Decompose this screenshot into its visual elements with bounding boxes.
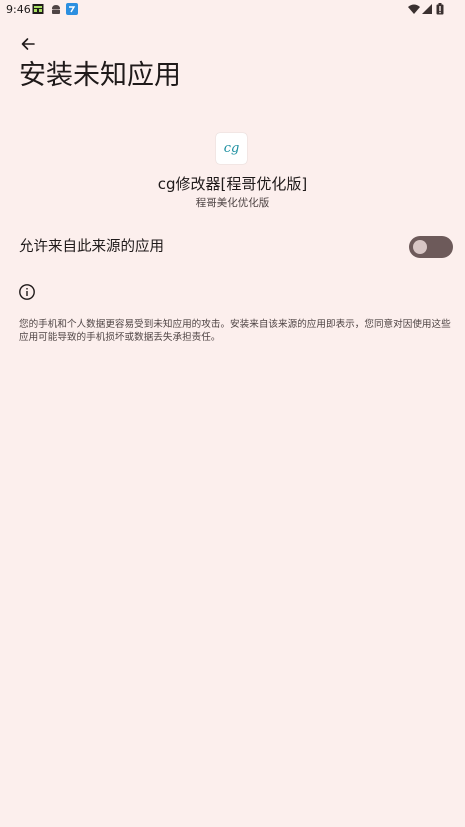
allow-from-source-row[interactable]: 允许来自此来源的应用 [0,230,465,264]
android-icon [50,3,62,15]
app-icon-text: cg [223,141,240,156]
page-title: 安装未知应用 [19,60,181,91]
install-unknown-apps-screen: 9:46 安装未知应用 cg cg修改器[程哥优化版] 程哥美化优化版 允许来自… [0,0,465,827]
allow-from-source-toggle[interactable] [409,236,453,258]
back-arrow-icon [21,38,35,50]
app-icon: cg [216,133,247,164]
warning-text: 您的手机和个人数据更容易受到未知应用的攻击。安装来自该来源的应用即表示，您同意对… [19,319,451,343]
signal-icon [421,3,433,15]
toggle-thumb [413,240,427,254]
status-time: 9:46 [6,3,31,16]
app-notification-icon [66,3,78,15]
app-name: cg修改器[程哥优化版] [157,175,308,193]
back-button[interactable] [15,31,41,57]
calendar-app-icon [32,3,44,15]
app-subtitle: 程哥美化优化版 [195,197,270,209]
wifi-icon [408,3,420,15]
allow-from-source-label: 允许来自此来源的应用 [19,239,164,255]
battery-icon [436,3,448,15]
status-bar: 9:46 [0,0,465,20]
info-icon [18,283,36,301]
